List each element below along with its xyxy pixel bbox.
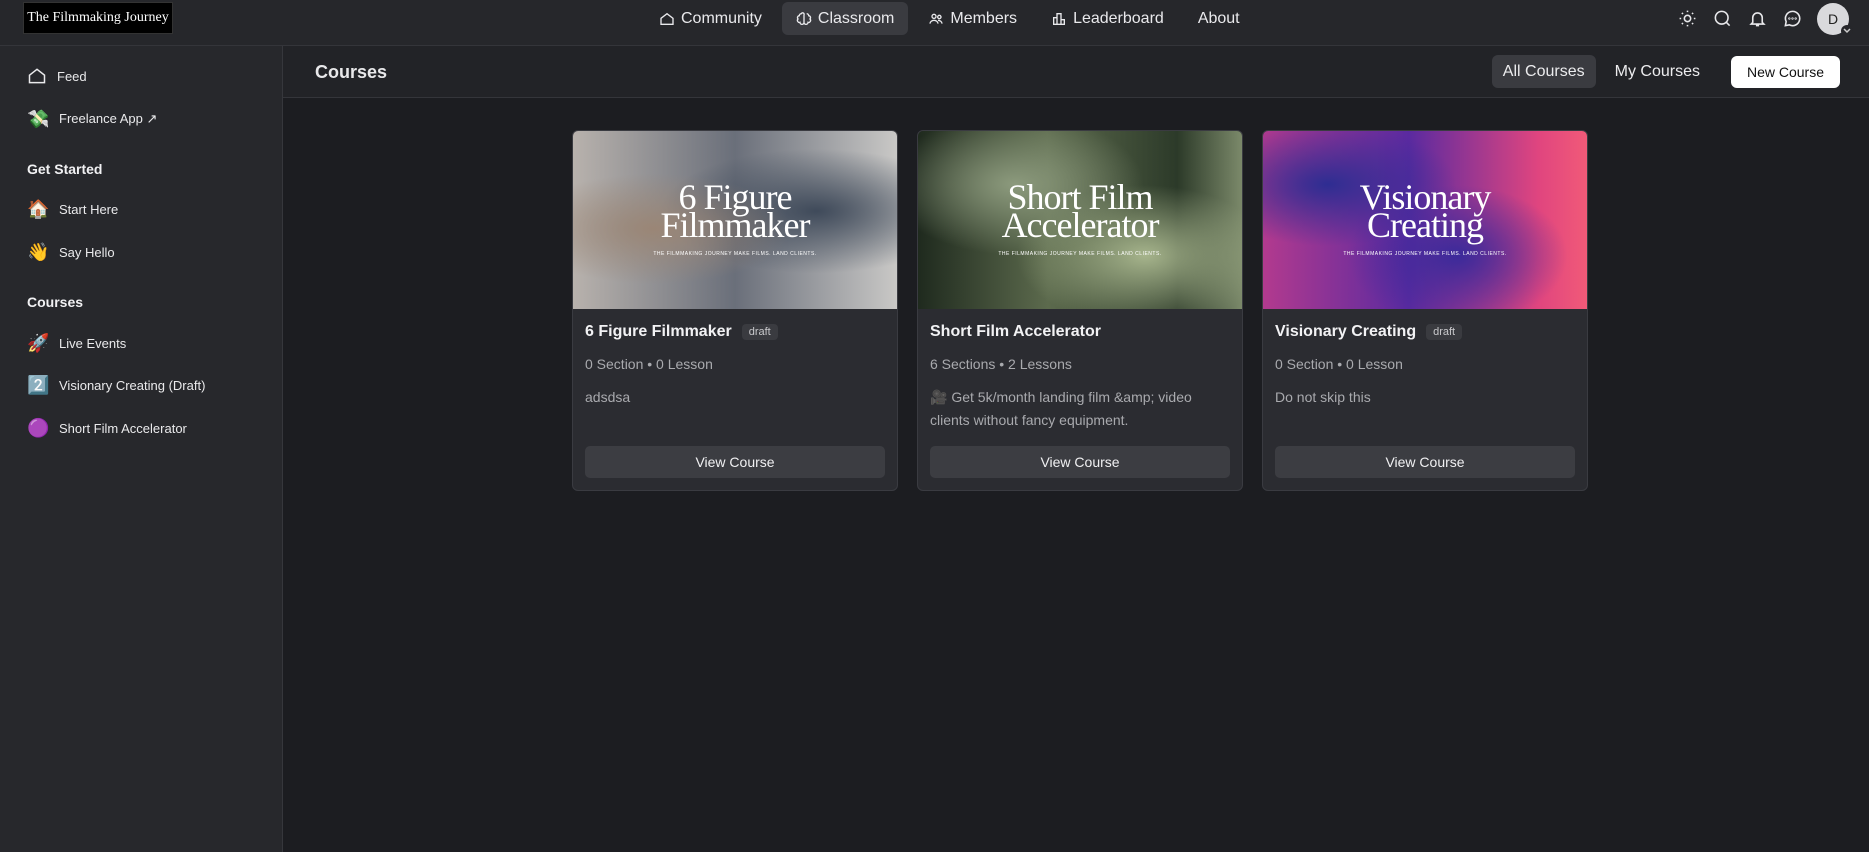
sidebar-item-freelance-app[interactable]: 💸 Freelance App ↗ xyxy=(27,104,157,134)
course-card[interactable]: Short Film Accelerator THE FILMMAKING JO… xyxy=(917,130,1243,491)
course-description: adsdsa xyxy=(585,389,631,405)
thumb-title-line: Accelerator xyxy=(1001,205,1160,245)
sidebar-item-label: Live Events xyxy=(59,335,127,351)
sidebar-item-label: Feed xyxy=(57,68,87,84)
main-nav: Community Classroom Members Leaderboard … xyxy=(645,2,1254,35)
thumb-tagline: THE FILMMAKING JOURNEY MAKE FILMS. LAND … xyxy=(998,251,1162,257)
chat-icon[interactable] xyxy=(1782,9,1802,29)
thumb-tagline: THE FILMMAKING JOURNEY MAKE FILMS. LAND … xyxy=(653,251,817,257)
bar-chart-icon xyxy=(1053,12,1066,25)
nav-members[interactable]: Members xyxy=(914,2,1031,35)
course-thumbnail[interactable]: Short Film Accelerator THE FILMMAKING JO… xyxy=(918,131,1242,309)
status-badge: draft xyxy=(1426,324,1463,340)
course-meta: 0 Section • 0 Lesson xyxy=(585,356,713,372)
number-two-icon: 2️⃣ xyxy=(27,374,50,395)
brand-logo[interactable]: The Filmmaking Journey xyxy=(23,2,173,34)
wave-icon: 👋 xyxy=(27,241,50,262)
sidebar-item-start-here[interactable]: 🏠 Start Here xyxy=(27,194,118,224)
top-bar: The Filmmaking Journey Community Classro… xyxy=(0,0,1869,46)
all-courses-tab[interactable]: All Courses xyxy=(1491,55,1596,88)
course-thumbnail[interactable]: 6 Figure Filmmaker THE FILMMAKING JOURNE… xyxy=(573,131,897,309)
course-thumbnail[interactable]: Visionary Creating THE FILMMAKING JOURNE… xyxy=(1263,131,1587,309)
course-meta: 6 Sections • 2 Lessons xyxy=(930,356,1072,372)
chevron-down-icon xyxy=(1841,24,1853,37)
top-icons: D xyxy=(1677,2,1853,37)
view-course-button[interactable]: View Course xyxy=(930,446,1230,478)
course-meta: 0 Section • 0 Lesson xyxy=(1275,356,1403,372)
sidebar-item-short-film-accelerator[interactable]: 🟣 Short Film Accelerator xyxy=(27,413,187,443)
sidebar-item-label: Start Here xyxy=(59,201,119,217)
sun-icon[interactable] xyxy=(1677,9,1697,29)
nav-classroom[interactable]: Classroom xyxy=(781,2,909,35)
nav-leaderboard[interactable]: Leaderboard xyxy=(1037,2,1178,35)
house-icon: 🏠 xyxy=(27,198,50,219)
users-icon xyxy=(929,13,944,24)
sidebar-item-label: Visionary Creating (Draft) xyxy=(59,377,206,393)
course-filter: All Courses My Courses New Course xyxy=(1491,55,1840,88)
sidebar-item-label: Freelance App ↗ xyxy=(59,111,158,126)
sidebar-item-live-events[interactable]: 🚀 Live Events xyxy=(27,328,126,358)
nav-label: Members xyxy=(950,9,1018,27)
sidebar-item-visionary-creating[interactable]: 2️⃣ Visionary Creating (Draft) xyxy=(27,370,205,400)
course-description: Do not skip this xyxy=(1275,389,1371,405)
thumb-title-line: Creating xyxy=(1367,205,1484,245)
sidebar-item-label: Say Hello xyxy=(59,244,115,260)
sidebar-heading-get-started: Get Started xyxy=(27,161,103,177)
sidebar: Feed 💸 Freelance App ↗ Get Started 🏠 Sta… xyxy=(0,46,283,852)
course-title[interactable]: Short Film Accelerator xyxy=(930,323,1101,341)
view-course-button[interactable]: View Course xyxy=(1275,446,1575,478)
course-card[interactable]: Visionary Creating THE FILMMAKING JOURNE… xyxy=(1262,130,1588,491)
search-icon[interactable] xyxy=(1712,9,1732,29)
money-wings-icon: 💸 xyxy=(27,108,50,129)
avatar-letter: D xyxy=(1827,10,1839,27)
sidebar-heading-courses: Courses xyxy=(27,294,84,310)
nav-about[interactable]: About xyxy=(1184,2,1254,35)
sidebar-item-feed[interactable]: Feed xyxy=(27,61,87,91)
course-description: 🎥 Get 5k/month landing film &amp; video … xyxy=(930,389,1192,428)
bell-icon[interactable] xyxy=(1747,9,1767,29)
rocket-icon: 🚀 xyxy=(27,332,50,353)
home-icon xyxy=(660,12,674,25)
courses-header: Courses All Courses My Courses New Cours… xyxy=(283,46,1869,98)
thumb-title-line: Filmmaker xyxy=(660,205,811,245)
purple-circle-icon: 🟣 xyxy=(27,417,50,438)
course-title[interactable]: 6 Figure Filmmaker xyxy=(585,323,732,341)
nav-label: About xyxy=(1197,9,1240,27)
page-title: Courses xyxy=(315,62,388,82)
new-course-button[interactable]: New Course xyxy=(1730,55,1840,88)
avatar[interactable]: D xyxy=(1817,2,1853,37)
status-badge: draft xyxy=(741,324,778,340)
sidebar-item-say-hello[interactable]: 👋 Say Hello xyxy=(27,237,115,267)
nav-label: Leaderboard xyxy=(1073,9,1164,27)
thumb-tagline: THE FILMMAKING JOURNEY MAKE FILMS. LAND … xyxy=(1343,251,1507,257)
sidebar-item-label: Short Film Accelerator xyxy=(59,420,187,436)
nav-community[interactable]: Community xyxy=(645,2,776,35)
my-courses-tab[interactable]: My Courses xyxy=(1604,55,1711,88)
nav-label: Classroom xyxy=(817,9,895,27)
brain-icon xyxy=(796,11,812,25)
course-title[interactable]: Visionary Creating xyxy=(1275,323,1416,341)
nav-label: Community xyxy=(681,9,762,27)
view-course-button[interactable]: View Course xyxy=(585,446,885,478)
home-icon xyxy=(28,68,46,84)
course-card[interactable]: 6 Figure Filmmaker THE FILMMAKING JOURNE… xyxy=(572,130,898,491)
